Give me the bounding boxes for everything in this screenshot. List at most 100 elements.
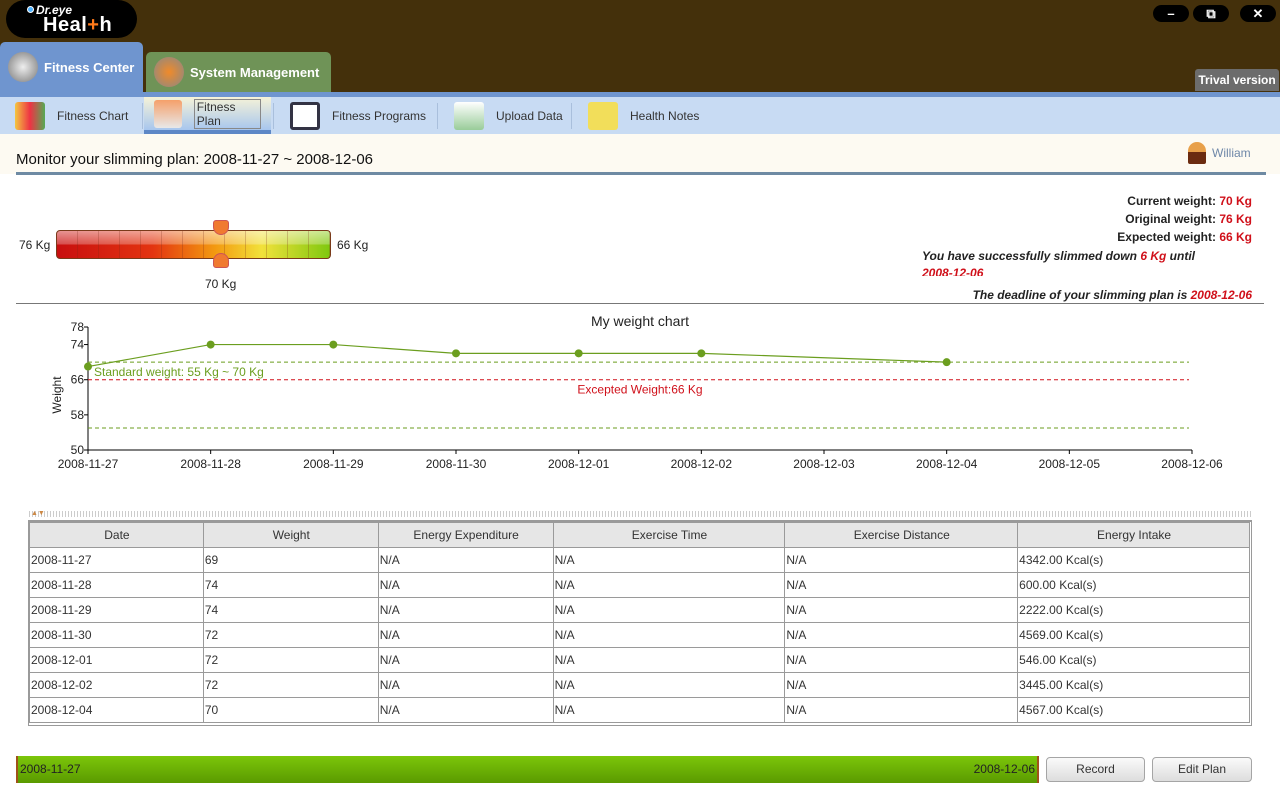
subtab-fitness-chart[interactable]: Fitness Chart xyxy=(5,97,138,134)
divider xyxy=(273,103,274,129)
restore-button[interactable]: ⧉ xyxy=(1193,5,1229,22)
table-cell: 2008-12-01 xyxy=(29,647,204,673)
table-cell: N/A xyxy=(377,697,554,723)
edit-plan-button[interactable]: Edit Plan xyxy=(1152,757,1252,782)
table-cell: N/A xyxy=(784,547,1019,573)
y-tick-label: 66 xyxy=(71,373,85,387)
column-header[interactable]: Exercise Distance xyxy=(784,522,1019,548)
y-tick-label: 50 xyxy=(71,443,85,457)
weight-chart: My weight chart Weight 50 58 66 74 78 2008-11… xyxy=(50,313,1223,471)
table-cell: 4567.00 Kcal(s) xyxy=(1017,697,1250,723)
app-logo: Dr.eye Heal+h xyxy=(6,0,137,38)
monitor-icon xyxy=(290,101,320,130)
x-tick-label: 2008-12-01 xyxy=(548,457,610,471)
sub-navigation: Fitness Chart Fitness Plan Fitness Progr… xyxy=(0,92,1280,134)
table-cell: N/A xyxy=(552,547,786,573)
table-cell: 72 xyxy=(202,672,379,698)
standard-weight-label: Standard weight: 55 Kg ~ 70 Kg xyxy=(94,365,264,379)
note-icon xyxy=(588,101,618,130)
data-point xyxy=(452,349,460,358)
column-header[interactable]: Exercise Time xyxy=(552,522,786,548)
table-cell: N/A xyxy=(552,647,786,673)
x-tick-label: 2008-11-27 xyxy=(58,457,119,471)
records-table: Date Weight Energy Expenditure Exercise Tim… xyxy=(29,522,1250,723)
upload-document-icon xyxy=(454,101,484,130)
column-header[interactable]: Energy Expenditure xyxy=(377,522,554,548)
subtab-label: Upload Data xyxy=(496,108,563,123)
table-cell: N/A xyxy=(784,647,1019,673)
route-flag-icon xyxy=(154,99,182,128)
splitter-handle[interactable]: ▲▼ xyxy=(29,510,1251,517)
table-cell: 2008-12-04 xyxy=(29,697,204,723)
close-button[interactable]: ✕ xyxy=(1240,5,1276,22)
table-row[interactable]: 2008-12-02 72 N/A N/A N/A 3445.00 Kcal(s) xyxy=(29,672,1250,698)
weight-line xyxy=(87,343,947,368)
subtab-fitness-programs[interactable]: Fitness Programs xyxy=(280,97,436,134)
column-header[interactable]: Weight xyxy=(202,522,379,548)
table-cell: N/A xyxy=(552,622,786,648)
subtab-fitness-plan[interactable]: Fitness Plan xyxy=(144,97,271,134)
gauge-current-label: 70 Kg xyxy=(205,277,237,291)
divider xyxy=(571,103,572,129)
y-tick-label: 58 xyxy=(71,408,85,422)
y-axis-label: Weight xyxy=(50,376,64,414)
column-header[interactable]: Date xyxy=(29,522,204,548)
plan-timeline[interactable]: 2008-11-27 2008-12-06 xyxy=(16,756,1039,783)
table-row[interactable]: 2008-12-04 70 N/A N/A N/A 4567.00 Kcal(s) xyxy=(29,697,1250,723)
timeline-start: 2008-11-27 xyxy=(20,762,81,776)
user-name: William xyxy=(1212,146,1251,160)
table-cell: 3445.00 Kcal(s) xyxy=(1017,672,1250,698)
table-cell: 72 xyxy=(202,647,379,673)
x-tick-label: 2008-12-06 xyxy=(1161,457,1223,471)
table-cell: N/A xyxy=(552,572,786,598)
table-cell: 2008-11-27 xyxy=(29,547,204,573)
table-cell: 2222.00 Kcal(s) xyxy=(1017,597,1250,623)
table-cell: N/A xyxy=(784,622,1019,648)
table-cell: 69 xyxy=(202,547,379,573)
expected-weight: Expected weight: 66 Kg xyxy=(1117,230,1252,244)
table-cell: N/A xyxy=(552,672,786,698)
table-cell: N/A xyxy=(377,672,554,698)
column-header[interactable]: Energy Intake xyxy=(1017,522,1250,548)
table-cell: 74 xyxy=(202,572,379,598)
table-cell: N/A xyxy=(377,547,554,573)
divider xyxy=(16,172,1266,175)
table-cell: 2008-12-02 xyxy=(29,672,204,698)
bar-chart-icon xyxy=(15,101,45,130)
subtab-label: Fitness Chart xyxy=(57,108,129,123)
subtab-health-notes[interactable]: Health Notes xyxy=(578,97,709,134)
deadline-message: The deadline of your slimming plan is 20… xyxy=(972,288,1252,302)
table-cell: N/A xyxy=(784,672,1019,698)
tab-label: System Management xyxy=(190,64,320,80)
table-row[interactable]: 2008-11-28 74 N/A N/A N/A 600.00 Kcal(s) xyxy=(29,572,1250,598)
records-table-container: Date Weight Energy Expenditure Exercise Tim… xyxy=(28,520,1252,726)
subtab-upload-data[interactable]: Upload Data xyxy=(444,97,573,134)
data-point xyxy=(574,349,583,358)
x-tick-label: 2008-12-05 xyxy=(1039,457,1101,471)
data-point xyxy=(942,358,951,367)
table-cell: N/A xyxy=(377,572,554,598)
data-point xyxy=(84,362,92,371)
x-tick-label: 2008-11-30 xyxy=(426,457,487,471)
page-title: Monitor your slimming plan: 2008-11-27 ~… xyxy=(16,151,374,168)
table-row[interactable]: 2008-11-29 74 N/A N/A N/A 2222.00 Kcal(s) xyxy=(29,597,1250,623)
divider xyxy=(142,103,143,129)
table-cell: N/A xyxy=(552,597,786,623)
table-cell: N/A xyxy=(552,697,786,723)
table-row[interactable]: 2008-12-01 72 N/A N/A N/A 546.00 Kcal(s) xyxy=(29,647,1250,673)
table-row[interactable]: 2008-11-27 69 N/A N/A N/A 4342.00 Kcal(s) xyxy=(29,547,1250,573)
timeline-end: 2008-12-06 xyxy=(973,762,1035,776)
user-profile[interactable]: William xyxy=(1188,142,1251,164)
data-point xyxy=(206,340,215,349)
x-tick-label: 2008-11-29 xyxy=(303,457,364,471)
tab-system-management[interactable]: System Management xyxy=(146,52,331,92)
x-tick-label: 2008-12-03 xyxy=(793,457,855,471)
tab-fitness-center[interactable]: Fitness Center xyxy=(0,42,143,92)
table-cell: N/A xyxy=(377,597,554,623)
x-tick-label: 2008-11-28 xyxy=(180,457,241,471)
user-icon xyxy=(1188,142,1206,164)
table-row[interactable]: 2008-11-30 72 N/A N/A N/A 4569.00 Kcal(s) xyxy=(29,622,1250,648)
table-cell: 70 xyxy=(202,697,379,723)
record-button[interactable]: Record xyxy=(1046,757,1145,782)
minimize-button[interactable]: – xyxy=(1153,5,1189,22)
